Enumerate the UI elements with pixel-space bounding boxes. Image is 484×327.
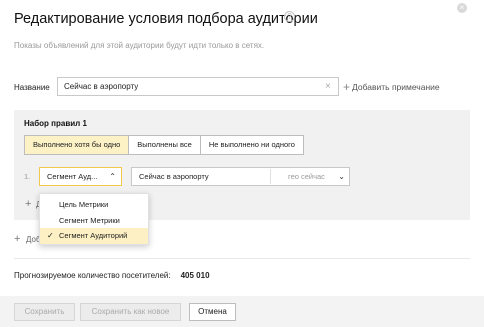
condition-type-select[interactable]: Сегмент Ауд... ⌃	[39, 167, 122, 186]
dialog-title: Редактирование условия подбора аудитории	[14, 11, 318, 27]
forecast-label: Прогнозируемое количество посетителей:	[14, 271, 171, 280]
name-input[interactable]: Сейчас в аэропорту	[57, 77, 339, 96]
audience-condition-dialog: Редактирование условия подбора аудитории…	[0, 0, 484, 327]
rule-mode-switch: Выполнено хотя бы одно Выполнены все Не …	[24, 135, 304, 155]
help-icon[interactable]: ?	[284, 11, 295, 22]
rule-row-number: 1.	[24, 172, 31, 181]
add-note-link[interactable]: + Добавить примечание	[343, 80, 440, 94]
rule-mode-all[interactable]: Выполнены все	[129, 136, 201, 154]
plus-icon: +	[343, 80, 351, 94]
forecast: Прогнозируемое количество посетителей: 40…	[14, 271, 210, 280]
add-set-plus-icon[interactable]: +	[14, 233, 20, 245]
dropdown-item-metrika-goal[interactable]: Цель Метрики	[40, 197, 148, 213]
dropdown-item-audience-segment[interactable]: ✓ Сегмент Аудиторий	[40, 228, 148, 244]
dropdown-item-label: Цель Метрики	[59, 200, 109, 209]
dialog-subtitle: Показы объявлений для этой аудитории буд…	[14, 41, 265, 50]
condition-type-value: Сегмент Ауд...	[47, 172, 98, 181]
add-rule-plus-icon[interactable]: +	[25, 198, 31, 210]
condition-value-hint: гео сейчас	[288, 172, 325, 181]
close-icon[interactable]: ×	[457, 3, 467, 13]
condition-type-dropdown: Цель Метрики Сегмент Метрики ✓ Сегмент А…	[39, 193, 149, 245]
rule-mode-any[interactable]: Выполнено хотя бы одно	[25, 136, 130, 154]
chevron-down-icon: ⌄	[338, 172, 345, 181]
divider	[14, 258, 470, 259]
name-label: Название	[14, 83, 50, 92]
save-button[interactable]: Сохранить	[14, 303, 75, 321]
dropdown-item-metrika-segment[interactable]: Сегмент Метрики	[40, 213, 148, 229]
save-as-new-button[interactable]: Сохранить как новое	[80, 303, 181, 321]
clear-icon[interactable]: ×	[325, 82, 331, 92]
forecast-value: 405 010	[180, 271, 210, 280]
condition-value: Сейчас в аэропорту	[139, 172, 209, 181]
add-note-label: Добавить примечание	[352, 82, 440, 92]
condition-value-select[interactable]: Сейчас в аэропорту гео сейчас ⌄	[131, 167, 350, 186]
dropdown-item-label: Сегмент Аудиторий	[59, 231, 128, 240]
chevron-up-icon: ⌃	[109, 172, 116, 181]
rule-mode-none[interactable]: Не выполнено ни одного	[201, 136, 303, 154]
cancel-button[interactable]: Отмена	[189, 303, 236, 321]
dropdown-item-label: Сегмент Метрики	[59, 215, 120, 225]
check-icon: ✓	[47, 231, 54, 240]
rule-set-title: Набор правил 1	[24, 119, 87, 128]
